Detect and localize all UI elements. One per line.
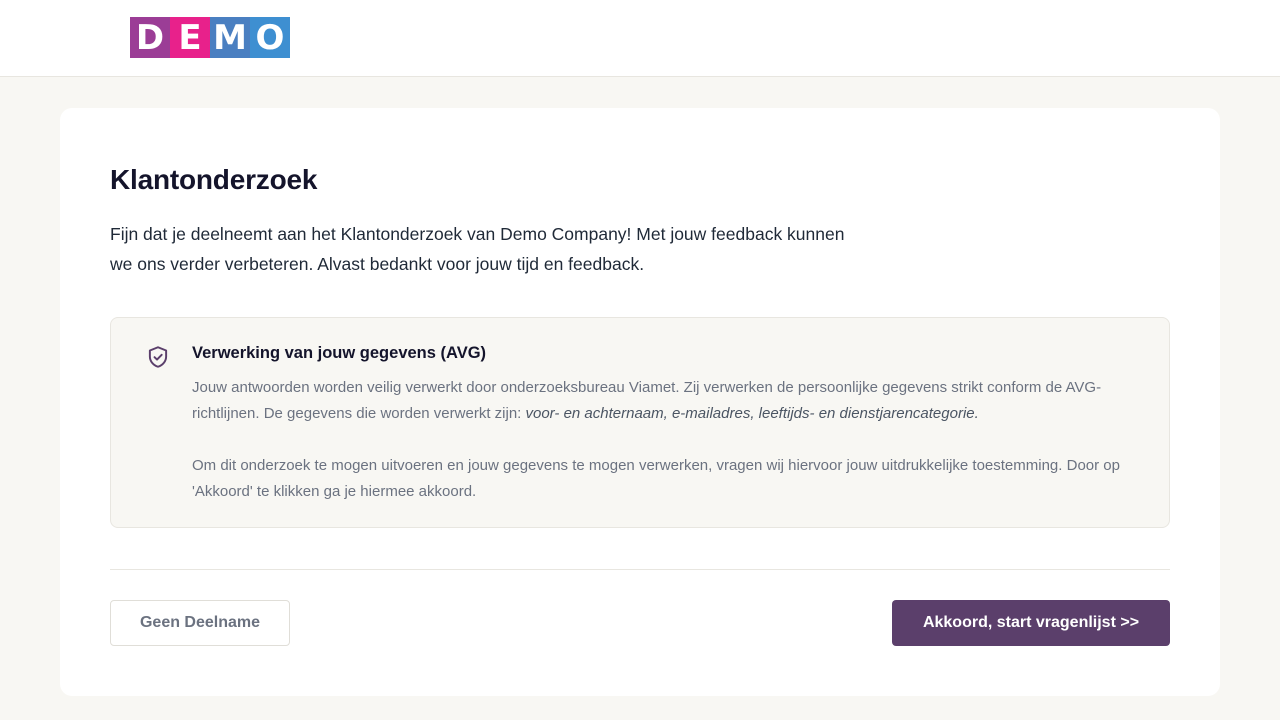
avg-paragraph-2: Om dit onderzoek te mogen uitvoeren en j… [192, 457, 1120, 500]
intro-line-2: we ons verder verbeteren. Alvast bedankt… [110, 254, 645, 274]
avg-title: Verwerking van jouw gegevens (AVG) [192, 344, 487, 362]
intro-text: Fijn dat je deelneemt aan het Klantonder… [110, 219, 910, 279]
shield-check-icon [145, 344, 171, 370]
avg-paragraph-1: Jouw antwoorden worden veilig verwerkt d… [192, 375, 1152, 427]
survey-intro-card: Klantonderzoek Fijn dat je deelneemt aan… [60, 108, 1220, 696]
site-header: D E M O [0, 0, 1280, 77]
page-title: Klantonderzoek [110, 164, 318, 195]
divider [110, 569, 1170, 570]
intro-line-1: Fijn dat je deelneemt aan het Klantonder… [110, 224, 845, 244]
logo-letter-e: E [170, 17, 210, 58]
demo-logo[interactable]: D E M O [130, 17, 290, 58]
logo-letter-d: D [130, 17, 170, 58]
avg-data-fields: voor- en achternaam, e-mailadres, leefti… [525, 405, 979, 422]
decline-button[interactable]: Geen Deelname [110, 600, 290, 646]
logo-letter-o: O [250, 17, 290, 58]
avg-notice-box: Verwerking van jouw gegevens (AVG) Jouw … [110, 317, 1170, 528]
accept-start-button[interactable]: Akkoord, start vragenlijst >> [892, 600, 1170, 646]
logo-letter-m: M [210, 17, 250, 58]
